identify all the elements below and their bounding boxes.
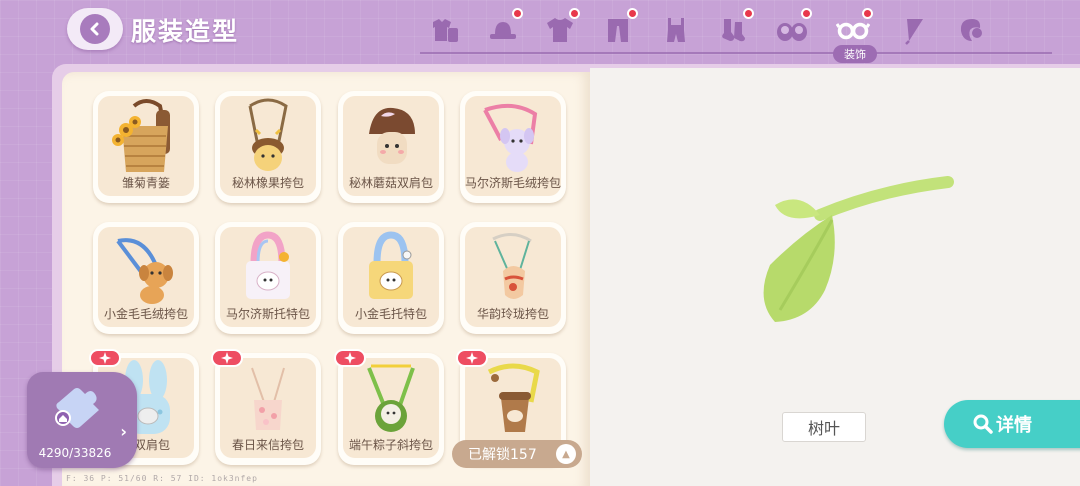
leaf-preview-image	[763, 176, 954, 322]
mushroom-backpack-image	[369, 107, 415, 164]
tab-makeup[interactable]	[952, 10, 992, 50]
item-name: 春日来信挎包	[231, 438, 304, 452]
tab-shoes[interactable]	[772, 8, 812, 50]
golden-plush-bag-image	[116, 238, 173, 304]
item-card[interactable]: 华韵玲珑挎包	[460, 222, 566, 334]
cup-bag-image	[487, 363, 540, 432]
pink-tote-image	[246, 231, 290, 299]
item-card[interactable]: 小金毛托特包	[338, 222, 444, 334]
search-icon	[973, 414, 993, 434]
puzzle-icon	[55, 388, 99, 428]
yellow-tote-image	[369, 231, 413, 299]
back-button[interactable]	[67, 8, 123, 50]
item-name: 小金毛托特包	[354, 307, 427, 321]
collection-progress-button[interactable]: › 4290/33826	[27, 372, 137, 468]
shoes-icon	[777, 23, 807, 41]
active-tab-label: 装饰	[833, 45, 877, 63]
collection-count: 4290/33826	[38, 446, 112, 460]
item-card[interactable]: 端午粽子斜挎包	[334, 349, 444, 465]
item-card[interactable]: 雏菊青篓	[93, 91, 199, 203]
new-badge	[334, 349, 366, 367]
detail-button[interactable]: 详情	[944, 400, 1080, 448]
sparkle-icon	[344, 352, 356, 364]
basket-image	[112, 99, 170, 172]
preview-item-name: 树叶	[782, 412, 866, 442]
shirt-set-icon	[433, 19, 458, 42]
item-card[interactable]: 秘林橡果挎包	[215, 91, 321, 203]
new-badge	[456, 349, 488, 367]
tab-outfit[interactable]	[425, 10, 465, 50]
item-card[interactable]: 小金毛毛绒挎包	[93, 222, 199, 334]
socks-icon	[722, 19, 745, 42]
makeup-icon	[960, 19, 982, 41]
new-dot	[569, 8, 580, 19]
unlocked-count-toggle[interactable]: 已解锁157 ▲	[452, 440, 582, 468]
tab-socks[interactable]	[714, 8, 754, 50]
item-name: 秘林橡果挎包	[231, 176, 304, 190]
item-name: 小金毛毛绒挎包	[103, 307, 188, 321]
back-arrow-icon	[80, 14, 110, 44]
item-card[interactable]: 马尔济斯毛绒挎包	[460, 91, 566, 203]
detail-button-label: 详情	[996, 415, 1032, 436]
pants-icon	[608, 19, 628, 42]
item-name: 华韵玲珑挎包	[476, 307, 549, 321]
tab-hat[interactable]	[483, 8, 523, 50]
umbrella-icon	[905, 19, 923, 45]
new-badge	[89, 349, 121, 367]
item-name: 马尔济斯托特包	[225, 307, 310, 321]
category-tabs	[420, 6, 1060, 64]
item-name: 马尔济斯毛绒挎包	[465, 176, 561, 190]
item-name: 秘林蘑菇双肩包	[348, 176, 433, 190]
item-name: 端午粽子斜挎包	[348, 438, 433, 452]
tab-underline	[420, 52, 1052, 54]
new-dot	[743, 8, 754, 19]
overalls-icon	[667, 18, 685, 42]
top-bar: 服装造型 装饰	[0, 0, 1080, 64]
sparkle-icon	[99, 352, 111, 364]
new-dot	[801, 8, 812, 19]
new-dot	[512, 8, 523, 19]
sparkle-icon	[466, 352, 478, 364]
chevron-right-icon: ›	[120, 422, 127, 441]
letter-bag-image	[251, 367, 285, 430]
new-dot	[862, 8, 873, 19]
glasses-icon	[836, 22, 870, 40]
tab-top[interactable]	[540, 8, 580, 50]
tab-accessory[interactable]	[833, 8, 873, 50]
unlocked-count: 已解锁157	[468, 447, 537, 463]
acorn-bag-image	[248, 98, 288, 171]
item-card[interactable]: 秘林蘑菇双肩包	[338, 91, 444, 203]
tab-handheld[interactable]	[893, 10, 933, 50]
zongzi-bag-image	[367, 364, 415, 432]
item-card[interactable]: 马尔济斯托特包	[215, 222, 321, 334]
chevron-up-icon: ▲	[556, 444, 576, 464]
new-dot	[627, 8, 638, 19]
new-badge	[211, 349, 243, 367]
hat-icon	[490, 22, 516, 39]
item-card[interactable]: 春日来信挎包	[211, 349, 321, 465]
tab-bottom[interactable]	[598, 8, 638, 50]
tshirt-icon	[547, 18, 573, 42]
pouch-bag-image	[492, 233, 532, 299]
item-name: 雏菊青篓	[121, 176, 170, 190]
plush-dog-bag-image	[483, 103, 538, 172]
sparkle-icon	[221, 352, 233, 364]
page-title: 服装造型	[131, 17, 240, 46]
debug-info: F: 36 P: 51/60 R: 57 ID: 1ok3nfep	[66, 474, 258, 483]
tab-onepiece[interactable]	[656, 10, 696, 50]
